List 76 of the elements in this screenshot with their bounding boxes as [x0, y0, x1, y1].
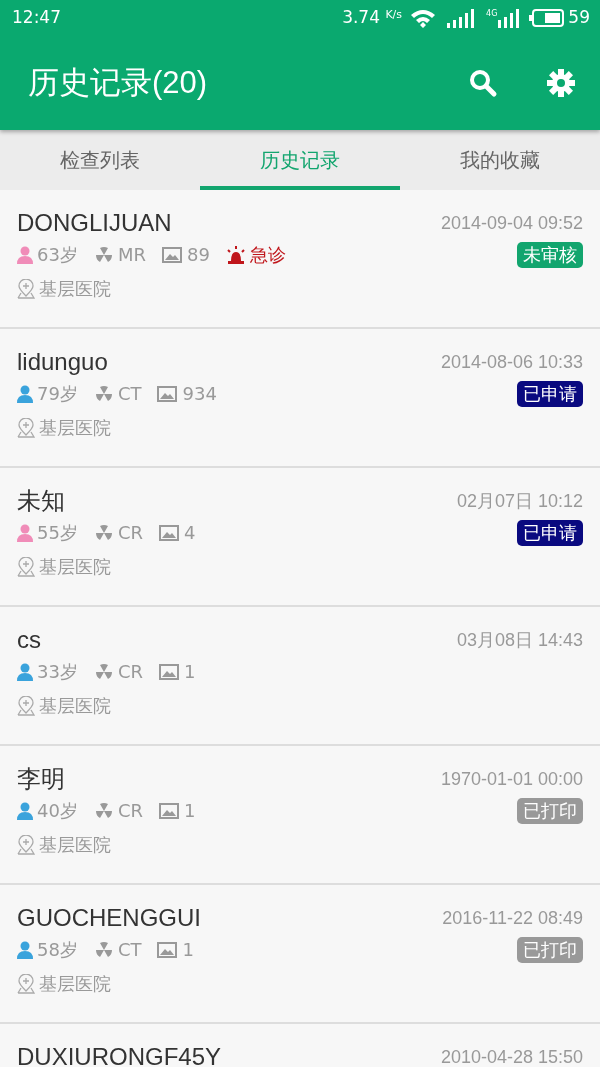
location-pin-icon [17, 557, 35, 577]
search-button[interactable] [468, 68, 498, 98]
status-badge: 已申请 [517, 381, 583, 407]
location-pin-icon [17, 418, 35, 438]
status-badge: 已打印 [517, 798, 583, 824]
signal-icon [497, 8, 522, 28]
exam-time: 1970-01-01 00:00 [440, 767, 583, 791]
modality-text: CT [117, 382, 142, 406]
screen-title: 历史记录(20) [28, 63, 209, 102]
modality-text: MR [117, 243, 146, 267]
tab[interactable]: 检查列表 [0, 130, 200, 190]
patient-name: 未知 [17, 486, 65, 516]
image-icon [157, 942, 178, 958]
hospital-name: 基层医院 [39, 972, 111, 996]
exam-time: 2010-04-28 15:50 [440, 1045, 583, 1067]
patient-age: 40岁 [37, 799, 78, 823]
patient-name: DONGLIJUAN [17, 208, 172, 238]
image-count: 4 [184, 521, 196, 545]
modality-text: CR [117, 521, 143, 545]
signal-icon [446, 8, 477, 28]
patient-name: 李明 [17, 764, 65, 794]
patient-age: 55岁 [37, 521, 78, 545]
radiation-icon [93, 246, 114, 264]
patient-name: DUXIURONGF45Y [17, 1042, 222, 1067]
network-speed-text: 3.74 $^{K/s}$ [342, 6, 403, 30]
hospital-name: 基层医院 [39, 416, 111, 440]
location-pin-icon [17, 835, 35, 855]
radiation-icon [93, 802, 114, 820]
exam-time: 02月07日 10:12 [456, 489, 583, 513]
battery-text: 59 [568, 6, 590, 30]
urgent-label: 急诊 [249, 243, 286, 267]
patient-age: 63岁 [37, 243, 78, 267]
tab[interactable]: 我的收藏 [400, 130, 600, 190]
patient-name: GUOCHENGGUI [17, 903, 201, 933]
image-count: 89 [186, 243, 210, 267]
radiation-icon [93, 385, 114, 403]
hospital-name: 基层医院 [39, 277, 111, 301]
exam-time: 2014-08-06 10:33 [440, 350, 583, 374]
hospital-name: 基层医院 [39, 555, 111, 579]
modality-text: CT [117, 938, 142, 962]
image-icon [159, 664, 179, 680]
exam-time: 2014-09-04 09:52 [440, 211, 583, 235]
radiation-icon [93, 663, 114, 681]
status-badge: 未审核 [517, 242, 583, 268]
settings-button[interactable] [546, 68, 576, 98]
exam-time: 03月08日 14:43 [456, 628, 583, 652]
tab[interactable]: 历史记录 [200, 130, 400, 190]
image-icon [157, 386, 178, 402]
image-count: 934 [182, 382, 217, 406]
battery-icon [529, 8, 566, 28]
radiation-icon [93, 524, 114, 542]
location-pin-icon [17, 696, 35, 716]
patient-age: 58岁 [37, 938, 78, 962]
patient-name: cs [17, 625, 41, 655]
network-type-text: 4G [486, 10, 498, 18]
location-pin-icon [17, 279, 35, 299]
modality-text: CR [117, 660, 143, 684]
status-badge: 已打印 [517, 937, 583, 963]
clock-text: 12:47 [12, 6, 61, 30]
image-count: 1 [184, 799, 196, 823]
patient-name: lidunguo [17, 347, 108, 377]
patient-age: 79岁 [37, 382, 78, 406]
radiation-icon [93, 941, 114, 959]
image-count: 1 [184, 660, 196, 684]
wifi-icon [410, 8, 437, 28]
image-icon [159, 803, 179, 819]
hospital-name: 基层医院 [39, 833, 111, 857]
modality-text: CR [117, 799, 143, 823]
location-pin-icon [17, 974, 35, 994]
patient-age: 33岁 [37, 660, 78, 684]
image-count: 1 [182, 938, 194, 962]
image-icon [161, 247, 182, 263]
exam-time: 2016-11-22 08:49 [442, 906, 583, 930]
status-badge: 已申请 [517, 520, 583, 546]
image-icon [159, 525, 179, 541]
hospital-name: 基层医院 [39, 694, 111, 718]
